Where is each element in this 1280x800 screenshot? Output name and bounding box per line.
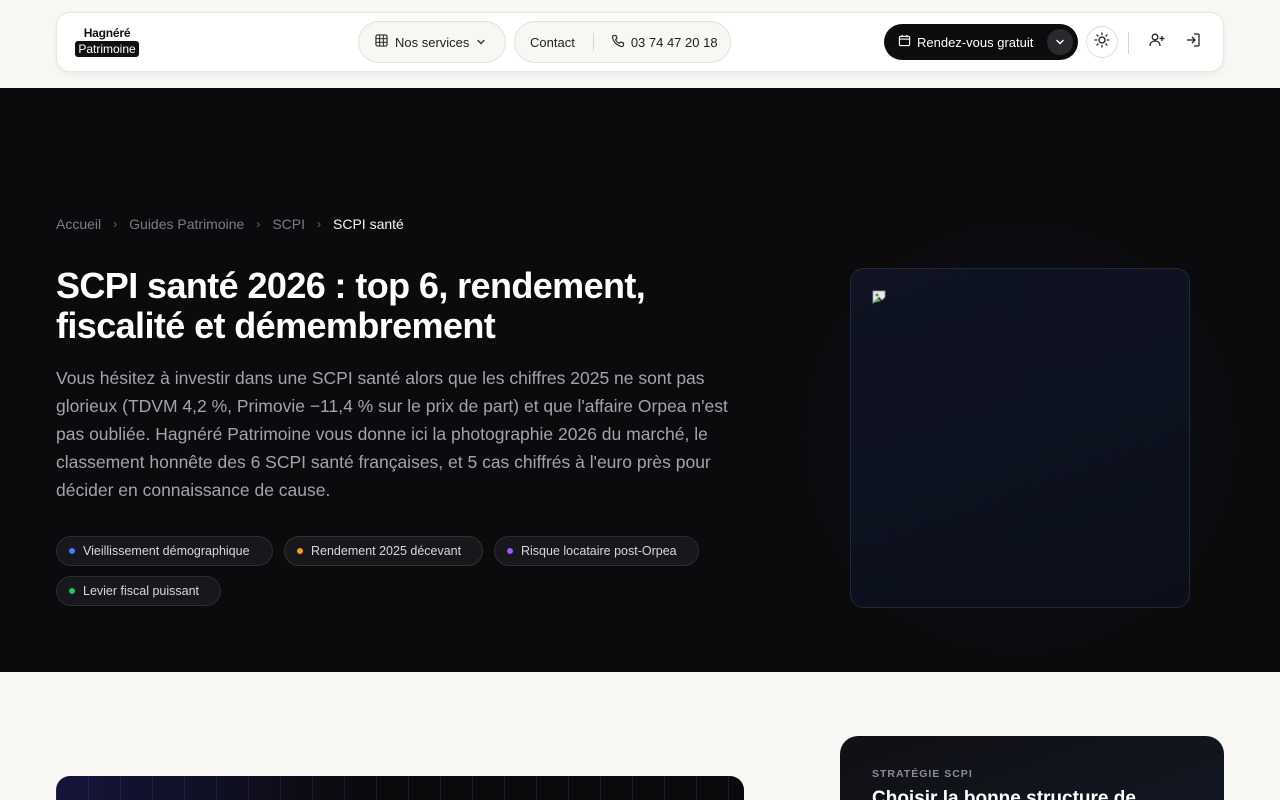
appointment-cta-label: Rendez-vous gratuit: [917, 34, 1034, 50]
contact-divider: [592, 33, 594, 51]
nav-divider: [1128, 32, 1129, 54]
article-preview-image: [56, 776, 744, 800]
phone-number: 03 74 47 20 18: [630, 34, 718, 50]
chevron-down-icon: [476, 35, 486, 50]
brand-name-line2: Patrimoine: [75, 41, 139, 57]
contact-group: Contact 03 74 47 20 18: [514, 21, 731, 63]
tag-dot: [297, 548, 303, 554]
services-label: Nos services: [395, 34, 470, 50]
tag-label: Vieillissement démographique: [83, 544, 250, 558]
main-nav: Hagnéré Patrimoine Nos services Contact …: [56, 12, 1224, 72]
strategy-card-title: Choisir la bonne structure de: [872, 788, 1136, 800]
chevron-down-icon: [1055, 35, 1065, 50]
breadcrumb-link-guides[interactable]: Guides Patrimoine: [129, 216, 244, 232]
hero-image-card: [850, 268, 1190, 608]
contact-link[interactable]: Contact: [530, 35, 575, 50]
breadcrumb-link-scpi[interactable]: SCPI: [272, 216, 305, 232]
brand-name-line1: Hagnéré: [83, 26, 131, 40]
hero-section: Accueil › Guides Patrimoine › SCPI › SCP…: [0, 88, 1280, 672]
topic-tag: Rendement 2025 décevant: [284, 536, 483, 566]
appointment-cta-button[interactable]: Rendez-vous gratuit: [884, 24, 1078, 60]
chevron-right-icon: ›: [256, 217, 261, 231]
strategy-card: STRATÉGIE SCPI Choisir la bonne structur…: [840, 736, 1224, 800]
register-button[interactable]: [1141, 26, 1173, 58]
page-intro: Vous hésitez à investir dans une SCPI sa…: [56, 368, 728, 500]
tag-dot: [69, 588, 75, 594]
calendar-icon: [898, 34, 911, 50]
page-title: SCPI santé 2026 : top 6, rendement, fisc…: [56, 265, 646, 346]
breadcrumb-link-home[interactable]: Accueil: [56, 216, 101, 232]
tag-dot: [507, 548, 513, 554]
chevron-right-icon: ›: [113, 217, 118, 231]
tag-dot: [69, 548, 75, 554]
theme-toggle-button[interactable]: [1086, 26, 1118, 58]
appointment-dropdown-toggle[interactable]: [1047, 29, 1073, 55]
broken-image-icon: [871, 289, 889, 307]
phone-link[interactable]: 03 74 47 20 18: [611, 34, 718, 51]
chevron-right-icon: ›: [317, 217, 321, 231]
user-plus-icon: [1149, 32, 1165, 53]
topic-tag: Risque locataire post-Orpea: [494, 536, 699, 566]
phone-icon: [611, 34, 625, 51]
log-in-icon: [1185, 32, 1201, 53]
strategy-card-kicker: STRATÉGIE SCPI: [872, 768, 973, 780]
topic-tag: Vieillissement démographique: [56, 536, 273, 566]
tag-label: Rendement 2025 décevant: [311, 544, 462, 558]
topic-tag: Levier fiscal puissant: [56, 576, 221, 606]
breadcrumb-current: SCPI santé: [333, 216, 404, 232]
services-menu-button[interactable]: Nos services: [358, 21, 506, 63]
grid-icon: [375, 34, 388, 50]
login-button[interactable]: [1177, 26, 1209, 58]
sun-icon: [1094, 31, 1110, 53]
site-header: Hagnéré Patrimoine Nos services Contact …: [0, 0, 1280, 88]
tag-label: Levier fiscal puissant: [83, 584, 200, 598]
breadcrumb: Accueil › Guides Patrimoine › SCPI › SCP…: [56, 216, 404, 232]
brand-logo[interactable]: Hagnéré Patrimoine: [73, 27, 141, 57]
tag-label: Risque locataire post-Orpea: [521, 544, 677, 558]
